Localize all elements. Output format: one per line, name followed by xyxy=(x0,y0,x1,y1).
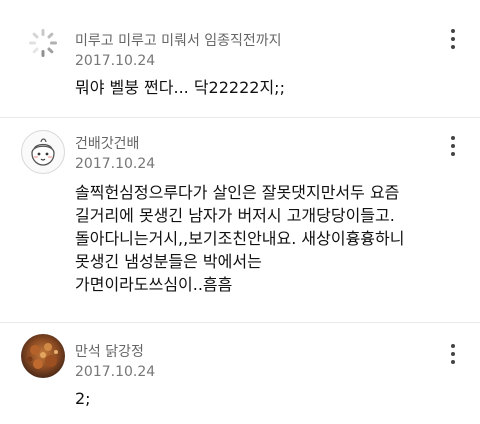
comment-author[interactable]: 건배갓건배 xyxy=(75,133,139,153)
comment-body: 솔찍헌심정으루다가 살인은 잘못댓지만서두 요즘 길거리에 못생긴 남자가 버저… xyxy=(75,181,404,296)
comment-line: 2; xyxy=(75,389,91,408)
comment-line: 가면이라도쓰심이..흠흠 xyxy=(75,275,233,294)
comment-author[interactable]: 미루고 미루고 미뤄서 임종직전까지 xyxy=(75,30,282,50)
comment-date: 2017.10.24 xyxy=(75,53,156,69)
comment-line: 뭐야 벨붕 쩐다... 닥22222지;; xyxy=(75,78,285,97)
food-photo-avatar xyxy=(21,334,65,378)
comment-date: 2017.10.24 xyxy=(75,156,156,172)
comment-date: 2017.10.24 xyxy=(75,364,156,380)
comment-item: 만석 닭강정 2017.10.24 2; xyxy=(0,323,480,424)
more-vertical-icon[interactable] xyxy=(446,136,460,156)
comment-line: 솔찍헌심정으루다가 살인은 잘못댓지만서두 요즘 xyxy=(75,183,400,202)
cartoon-face-icon xyxy=(21,130,65,174)
comment-line: 길거리에 못생긴 남자가 버저시 고개당당이들고. xyxy=(75,206,395,225)
comment-item: 건배갓건배 2017.10.24 솔찍헌심정으루다가 살인은 잘못댓지만서두 요… xyxy=(0,118,480,323)
comment-line: 못생긴 냄성분들은 박에서는 xyxy=(75,252,262,271)
comment-line: 돌아다니는거시,,보기조친안내요. 새상이흉흉하니 xyxy=(75,229,405,248)
more-vertical-icon[interactable] xyxy=(446,29,460,49)
comment-body: 뭐야 벨붕 쩐다... 닥22222지;; xyxy=(75,76,285,99)
loading-spinner-icon xyxy=(21,21,65,65)
comment-body: 2; xyxy=(75,387,91,410)
more-vertical-icon[interactable] xyxy=(446,344,460,364)
comment-item: 미루고 미루고 미뤄서 임종직전까지 2017.10.24 뭐야 벨붕 쩐다..… xyxy=(0,0,480,118)
comment-author[interactable]: 만석 닭강정 xyxy=(75,341,144,361)
